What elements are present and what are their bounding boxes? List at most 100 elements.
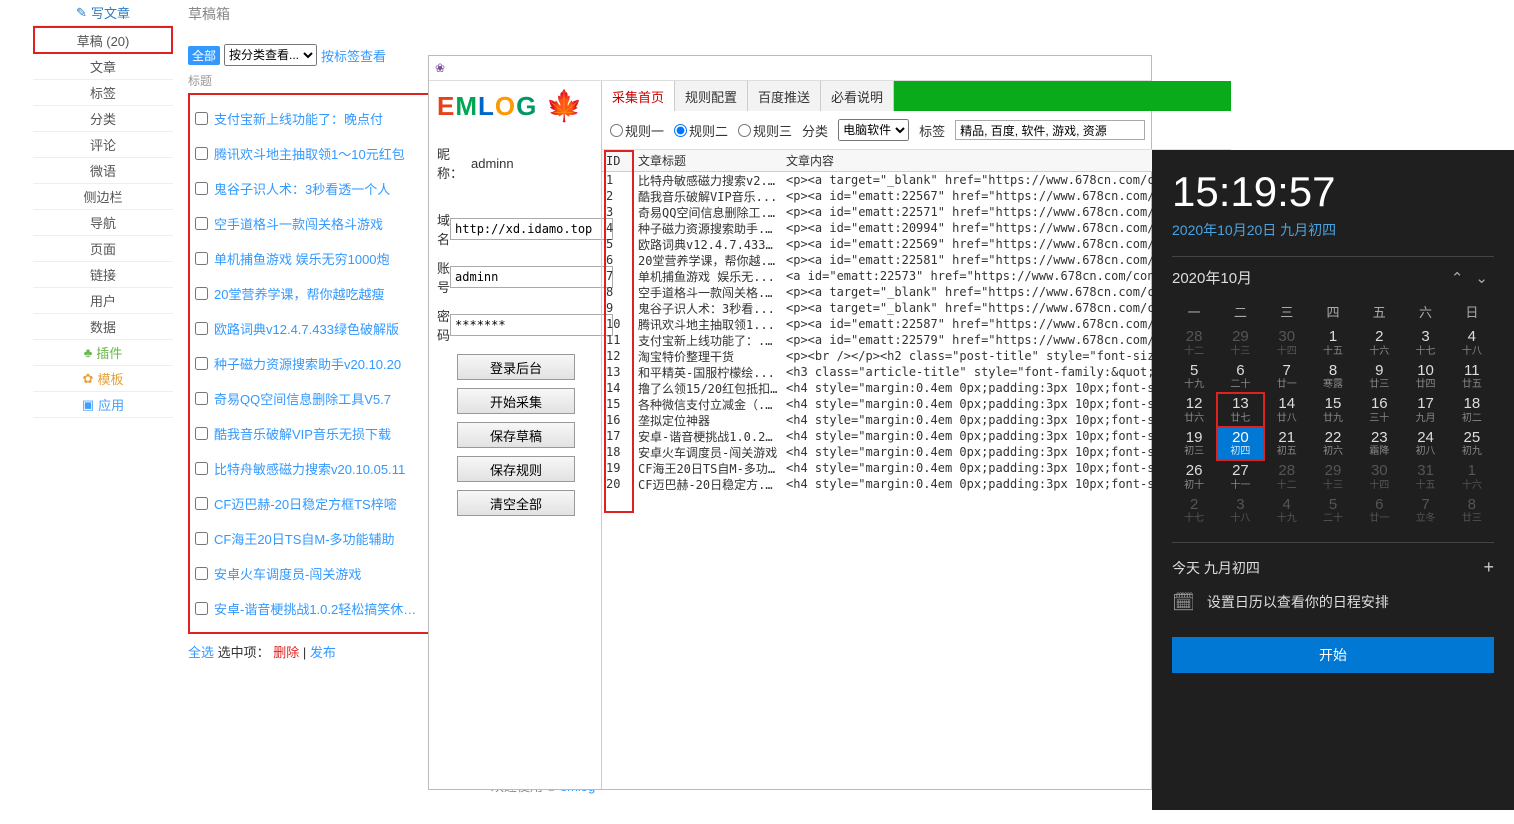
sidebar-item[interactable]: ✿模板 xyxy=(33,366,173,392)
draft-checkbox[interactable] xyxy=(195,602,208,615)
calendar-day[interactable]: 30十四 xyxy=(1357,461,1401,493)
calendar-day[interactable]: 29十三 xyxy=(1218,327,1262,359)
calendar-day[interactable]: 28十二 xyxy=(1172,327,1216,359)
password-input[interactable] xyxy=(450,314,613,336)
calendar-day[interactable]: 6二十 xyxy=(1218,361,1262,393)
calendar-day[interactable]: 7立冬 xyxy=(1403,495,1447,527)
calendar-day[interactable]: 2十七 xyxy=(1172,495,1216,527)
sidebar-item[interactable]: ▣应用 xyxy=(33,392,173,418)
draft-checkbox[interactable] xyxy=(195,112,208,125)
collector-button[interactable]: 保存草稿 xyxy=(457,422,575,448)
sidebar-item[interactable]: 数据 xyxy=(33,314,173,340)
collector-button[interactable]: 保存规则 xyxy=(457,456,575,482)
calendar-day[interactable]: 1十六 xyxy=(1450,461,1494,493)
select-all-link[interactable]: 全选 xyxy=(188,645,214,660)
calendar-day[interactable]: 9廿三 xyxy=(1357,361,1401,393)
calendar-day[interactable]: 3十八 xyxy=(1218,495,1262,527)
draft-link[interactable]: CF海王20日TS自M-多功能辅助 xyxy=(214,529,395,548)
draft-checkbox[interactable] xyxy=(195,287,208,300)
draft-link[interactable]: 20堂营养学课，帮你越吃越瘦 xyxy=(214,284,384,303)
draft-checkbox[interactable] xyxy=(195,497,208,510)
sidebar-item[interactable]: ♣插件 xyxy=(33,340,173,366)
draft-link[interactable]: 支付宝新上线功能了：晚点付 xyxy=(214,109,383,128)
draft-link[interactable]: 种子磁力资源搜索助手v20.10.20 xyxy=(214,354,401,373)
calendar-day[interactable]: 6廿一 xyxy=(1357,495,1401,527)
calendar-day[interactable]: 12廿六 xyxy=(1172,394,1216,426)
draft-checkbox[interactable] xyxy=(195,427,208,440)
calendar-day[interactable]: 3十七 xyxy=(1403,327,1447,359)
draft-link[interactable]: 腾讯欢斗地主抽取领1～10元红包 xyxy=(214,144,405,163)
category-select[interactable]: 按分类查看... xyxy=(224,44,317,66)
sidebar-item[interactable]: 分类 xyxy=(33,106,173,132)
calendar-day[interactable]: 7廿一 xyxy=(1265,361,1309,393)
sidebar-item[interactable]: 标签 xyxy=(33,80,173,106)
view-by-tag-link[interactable]: 按标签查看 xyxy=(321,46,386,65)
draft-checkbox[interactable] xyxy=(195,462,208,475)
calendar-day[interactable]: 24初八 xyxy=(1403,428,1447,460)
sidebar-item[interactable]: 评论 xyxy=(33,132,173,158)
calendar-day[interactable]: 14廿八 xyxy=(1265,394,1309,426)
prev-month-icon[interactable]: ⌃ xyxy=(1445,270,1470,287)
draft-link[interactable]: 空手道格斗一款闯关格斗游戏 xyxy=(214,214,383,233)
draft-link[interactable]: 安卓-谐音梗挑战1.0.2轻松搞笑休闲游戏 xyxy=(214,599,426,618)
calendar-day[interactable]: 2十六 xyxy=(1357,327,1401,359)
publish-link[interactable]: 发布 xyxy=(310,645,336,660)
calendar-day[interactable]: 4十八 xyxy=(1450,327,1494,359)
sidebar-item[interactable]: ✎写文章 xyxy=(33,0,173,26)
calendar-day[interactable]: 19初三 xyxy=(1172,428,1216,460)
calendar-day[interactable]: 8寒露 xyxy=(1311,361,1355,393)
calendar-day[interactable]: 27十一 xyxy=(1218,461,1262,493)
calendar-day[interactable]: 10廿四 xyxy=(1403,361,1447,393)
calendar-day[interactable]: 28十二 xyxy=(1265,461,1309,493)
calendar-month[interactable]: 2020年10月 xyxy=(1172,267,1252,288)
add-event-icon[interactable]: + xyxy=(1483,557,1494,578)
calendar-day[interactable]: 21初五 xyxy=(1265,428,1309,460)
draft-checkbox[interactable] xyxy=(195,252,208,265)
calendar-day[interactable]: 5十九 xyxy=(1172,361,1216,393)
collector-tab[interactable]: 采集首页 xyxy=(602,81,675,111)
calendar-day[interactable]: 4十九 xyxy=(1265,495,1309,527)
rule2-radio[interactable]: 规则二 xyxy=(674,121,728,140)
draft-link[interactable]: 欧路词典v12.4.7.433绿色破解版 xyxy=(214,319,399,338)
draft-link[interactable]: 鬼谷子识人术：3秒看透一个人 xyxy=(214,179,390,198)
collector-tab[interactable]: 规则配置 xyxy=(675,81,748,111)
collector-button[interactable]: 登录后台 xyxy=(457,354,575,380)
calendar-day[interactable]: 22初六 xyxy=(1311,428,1355,460)
calendar-day[interactable]: 18初二 xyxy=(1450,394,1494,426)
draft-checkbox[interactable] xyxy=(195,357,208,370)
clock-date[interactable]: 2020年10月20日 九月初四 xyxy=(1172,220,1494,240)
draft-link[interactable]: 单机捕鱼游戏 娱乐无穷1000炮 xyxy=(214,249,390,268)
calendar-day[interactable]: 11廿五 xyxy=(1450,361,1494,393)
sidebar-item[interactable]: 链接 xyxy=(33,262,173,288)
calendar-day[interactable]: 29十三 xyxy=(1311,461,1355,493)
start-button[interactable]: 开始 xyxy=(1172,637,1494,673)
collector-tab[interactable]: 百度推送 xyxy=(748,81,821,111)
calendar-day[interactable]: 1十五 xyxy=(1311,327,1355,359)
calendar-day[interactable]: 31十五 xyxy=(1403,461,1447,493)
collect-tags-input[interactable] xyxy=(955,120,1145,140)
calendar-day[interactable]: 23霜降 xyxy=(1357,428,1401,460)
calendar-day[interactable]: 13廿七 xyxy=(1218,394,1262,426)
draft-link[interactable]: 酷我音乐破解VIP音乐无损下载 xyxy=(214,424,391,443)
draft-checkbox[interactable] xyxy=(195,532,208,545)
collector-button[interactable]: 开始采集 xyxy=(457,388,575,414)
rule1-radio[interactable]: 规则一 xyxy=(610,121,664,140)
draft-link[interactable]: 奇易QQ空间信息删除工具V5.7 xyxy=(214,389,391,408)
draft-checkbox[interactable] xyxy=(195,182,208,195)
collector-button[interactable]: 清空全部 xyxy=(457,490,575,516)
calendar-day[interactable]: 16三十 xyxy=(1357,394,1401,426)
account-input[interactable] xyxy=(450,266,613,288)
filter-all[interactable]: 全部 xyxy=(188,46,220,65)
calendar-day[interactable]: 26初十 xyxy=(1172,461,1216,493)
grid-row[interactable]: 20CF迈巴赫-20日稳定方...<h4 style="margin:0.4em… xyxy=(602,476,1231,492)
sidebar-item[interactable]: 文章 xyxy=(33,54,173,80)
sidebar-item[interactable]: 侧边栏 xyxy=(33,184,173,210)
calendar-day[interactable]: 15廿九 xyxy=(1311,394,1355,426)
calendar-day[interactable]: 25初九 xyxy=(1450,428,1494,460)
calendar-day[interactable]: 17九月 xyxy=(1403,394,1447,426)
sidebar-item[interactable]: 页面 xyxy=(33,236,173,262)
next-month-icon[interactable]: ⌄ xyxy=(1469,270,1494,287)
draft-checkbox[interactable] xyxy=(195,567,208,580)
draft-checkbox[interactable] xyxy=(195,147,208,160)
sidebar-item[interactable]: 导航 xyxy=(33,210,173,236)
